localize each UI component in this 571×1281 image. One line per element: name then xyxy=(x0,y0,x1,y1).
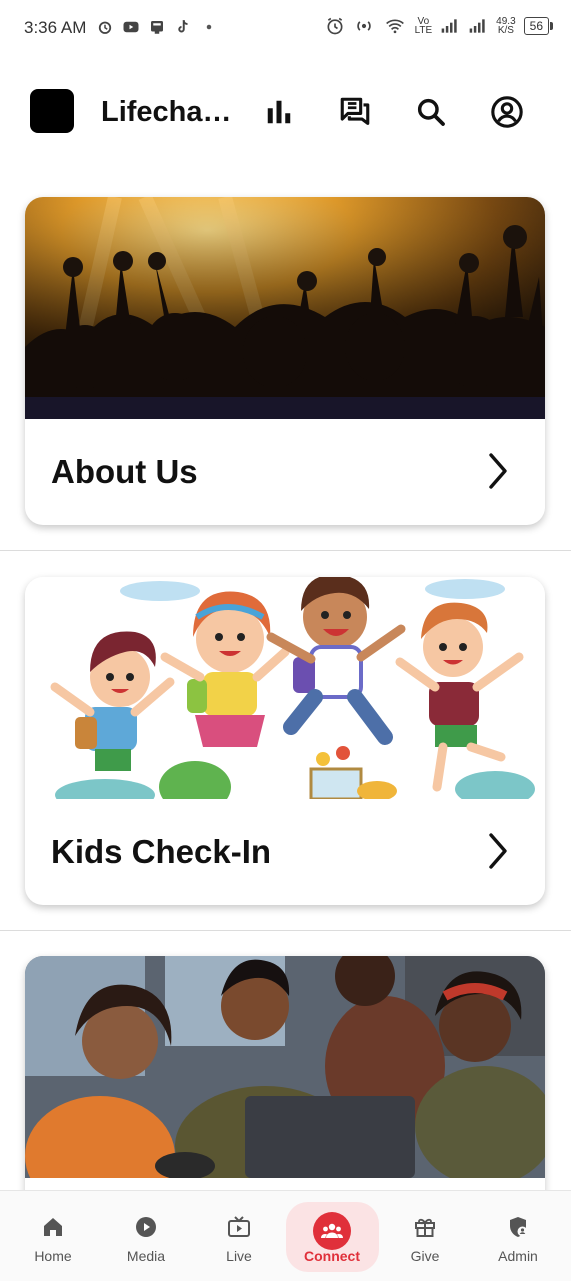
tiktok-icon xyxy=(178,20,188,33)
soundwave-logo-icon xyxy=(35,97,70,125)
net-speed-unit: K/S xyxy=(497,25,514,36)
hotspot-icon xyxy=(356,21,371,31)
chevron-right-icon xyxy=(489,833,507,869)
nav-admin[interactable]: Admin xyxy=(473,1191,563,1281)
section-divider xyxy=(0,930,571,931)
nav-give[interactable]: Give xyxy=(380,1191,470,1281)
nav-live[interactable]: Live xyxy=(194,1191,284,1281)
nav-home[interactable]: Home xyxy=(8,1191,98,1281)
status-bar: 3:36 AM Vo LTE 49.3 K/S 56 xyxy=(0,0,571,58)
app-title: Lifechan... xyxy=(101,96,241,128)
concert-crowd-illustration xyxy=(25,197,545,419)
bottom-navigation: Home Media Live Connect Give Admin xyxy=(0,1190,571,1281)
group-photo-image xyxy=(25,956,545,1178)
youtube-icon xyxy=(123,21,139,33)
chat-icon xyxy=(340,97,370,125)
alarm-icon xyxy=(98,21,112,34)
account-button[interactable] xyxy=(489,94,525,130)
system-icons: Vo LTE 49.3 K/S 56 xyxy=(325,16,554,36)
bar-chart-icon xyxy=(267,100,291,124)
volte-indicator: Vo LTE xyxy=(414,17,433,36)
app-notification-icon xyxy=(151,21,163,34)
nav-connect-label: Connect xyxy=(304,1248,360,1264)
search-button[interactable] xyxy=(413,94,449,130)
kids-cartoon-illustration xyxy=(50,577,535,799)
nav-media-label: Media xyxy=(126,1248,166,1264)
account-icon xyxy=(491,96,523,128)
signal-icon-2 xyxy=(469,19,485,33)
app-logo xyxy=(30,89,74,133)
alarm-icon xyxy=(327,17,343,35)
search-icon xyxy=(417,98,445,126)
chevron-right-icon xyxy=(489,453,507,489)
nav-admin-label: Admin xyxy=(498,1248,538,1264)
app-header: Lifechan... xyxy=(0,80,571,148)
nav-media[interactable]: Media xyxy=(101,1191,191,1281)
volte-bottom: LTE xyxy=(414,25,433,36)
home-icon xyxy=(44,1218,62,1236)
group-icon xyxy=(321,1223,343,1238)
signal-icon xyxy=(441,19,457,33)
notification-icons xyxy=(96,18,218,36)
section-divider xyxy=(0,550,571,551)
play-icon xyxy=(136,1217,156,1237)
gift-icon xyxy=(415,1218,435,1237)
more-dot-icon xyxy=(206,24,212,30)
about-us-label: About Us xyxy=(51,453,198,490)
kids-check-in-card[interactable]: Kids Check-In xyxy=(25,577,545,905)
kids-cartoon-image xyxy=(25,577,545,799)
group-photo-illustration xyxy=(25,956,545,1178)
about-us-card[interactable]: About Us xyxy=(25,197,545,525)
kids-check-in-label: Kids Check-In xyxy=(51,833,272,870)
tv-icon xyxy=(228,1216,250,1237)
wifi-icon xyxy=(385,19,404,34)
connect-icon-badge xyxy=(313,1212,351,1250)
concert-crowd-image xyxy=(25,197,545,419)
nav-connect[interactable]: Connect xyxy=(287,1191,377,1281)
battery-indicator: 56 xyxy=(523,17,554,35)
admin-shield-icon xyxy=(510,1217,528,1237)
status-time: 3:36 AM xyxy=(24,18,87,37)
net-speed: 49.3 K/S xyxy=(496,17,515,36)
chat-button[interactable] xyxy=(337,94,373,130)
stats-button[interactable] xyxy=(261,94,297,130)
nav-live-label: Live xyxy=(226,1248,252,1264)
nav-give-label: Give xyxy=(410,1248,440,1264)
nav-home-label: Home xyxy=(34,1248,72,1264)
